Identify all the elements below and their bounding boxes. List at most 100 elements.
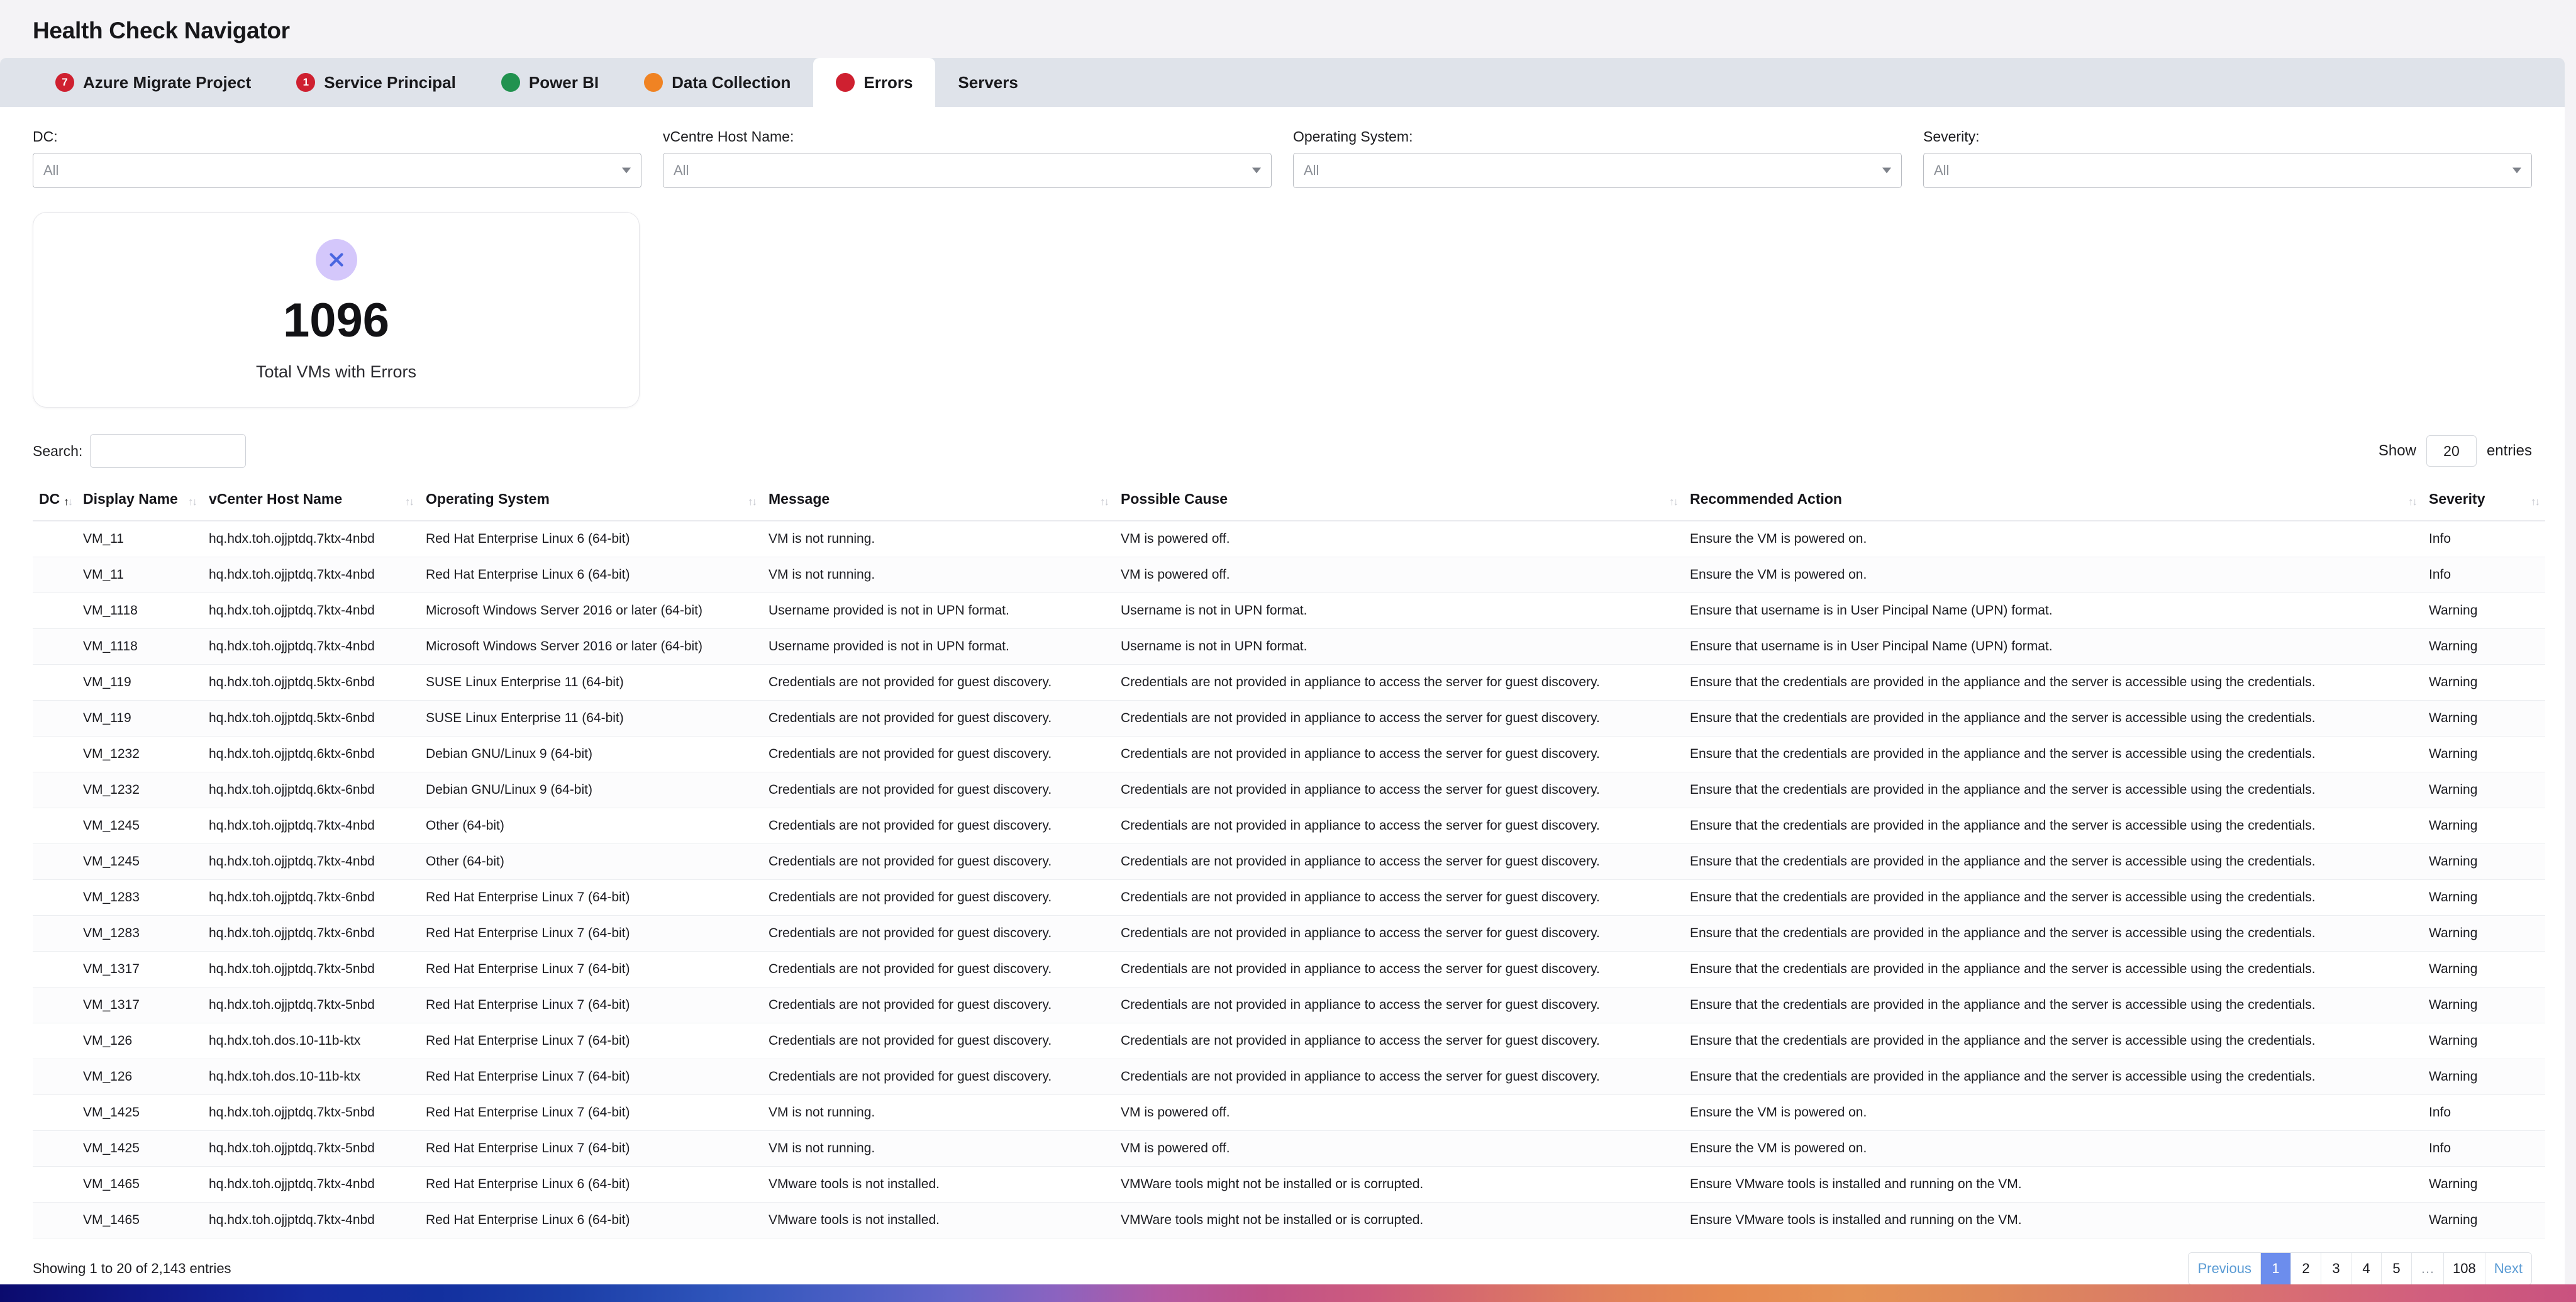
- cell-cause: Credentials are not provided in applianc…: [1114, 736, 1684, 772]
- table-row[interactable]: VM_1465 hq.hdx.toh.ojjptdq.7ktx-4nbd Red H…: [33, 1202, 2545, 1238]
- pagination-previous[interactable]: Previous: [2189, 1253, 2262, 1284]
- cell-os: SUSE Linux Enterprise 11 (64-bit): [419, 700, 762, 737]
- table-row[interactable]: VM_1283 hq.hdx.toh.ojjptdq.7ktx-6nbd Red H…: [33, 915, 2545, 952]
- table-row[interactable]: VM_1317 hq.hdx.toh.ojjptdq.7ktx-5nbd Red H…: [33, 951, 2545, 988]
- column-header-display-name[interactable]: Display Name ↑↓: [77, 482, 203, 521]
- filter-select-vcentre-host-name[interactable]: All: [663, 153, 1272, 188]
- filter-severity: Severity: All: [1923, 128, 2532, 188]
- table-row[interactable]: VM_1245 hq.hdx.toh.ojjptdq.7ktx-4nbd Other…: [33, 808, 2545, 844]
- table-row[interactable]: VM_119 hq.hdx.toh.ojjptdq.5ktx-6nbd SUSE L…: [33, 700, 2545, 737]
- cell-severity: Info: [2423, 1130, 2545, 1167]
- tab-service-principal[interactable]: 1 Service Principal: [274, 58, 479, 107]
- table-row[interactable]: VM_1283 hq.hdx.toh.ojjptdq.7ktx-6nbd Red H…: [33, 879, 2545, 916]
- cell-message: VM is not running.: [762, 521, 1114, 557]
- pagination-108[interactable]: 108: [2444, 1253, 2485, 1284]
- sort-toggle-icon[interactable]: ↑↓: [405, 496, 414, 508]
- cell-cause: VM is powered off.: [1114, 557, 1684, 593]
- sort-toggle-icon[interactable]: ↑↓: [1100, 496, 1109, 508]
- table-row[interactable]: VM_1118 hq.hdx.toh.ojjptdq.7ktx-4nbd Micro…: [33, 593, 2545, 629]
- table-row[interactable]: VM_126 hq.hdx.toh.dos.10-11b-ktx Red Hat E…: [33, 1023, 2545, 1059]
- cell-action: Ensure that the credentials are provided…: [1684, 1023, 2423, 1059]
- filter-row: DC: All vCentre Host Name: All Operating Sys…: [0, 107, 2565, 188]
- pagination-next[interactable]: Next: [2485, 1253, 2531, 1284]
- cell-cause: Credentials are not provided in applianc…: [1114, 879, 1684, 916]
- table-row[interactable]: VM_1232 hq.hdx.toh.ojjptdq.6ktx-6nbd Debia…: [33, 772, 2545, 808]
- filter-select-dc[interactable]: All: [33, 153, 641, 188]
- cell-message: Credentials are not provided for guest d…: [762, 951, 1114, 988]
- cell-dc: [33, 521, 77, 557]
- column-header-severity[interactable]: Severity ↑↓: [2423, 482, 2545, 521]
- table-row[interactable]: VM_11 hq.hdx.toh.ojjptdq.7ktx-4nbd Red Hat…: [33, 521, 2545, 557]
- cell-host: hq.hdx.toh.ojjptdq.5ktx-6nbd: [203, 700, 419, 737]
- cell-message: Credentials are not provided for guest d…: [762, 808, 1114, 844]
- table-row[interactable]: VM_1232 hq.hdx.toh.ojjptdq.6ktx-6nbd Debia…: [33, 736, 2545, 772]
- search-input[interactable]: [90, 434, 247, 468]
- table-row[interactable]: VM_1317 hq.hdx.toh.ojjptdq.7ktx-5nbd Red H…: [33, 987, 2545, 1023]
- pagination-4[interactable]: 4: [2351, 1253, 2382, 1284]
- cell-display-name: VM_1425: [77, 1094, 203, 1131]
- cell-host: hq.hdx.toh.ojjptdq.7ktx-5nbd: [203, 951, 419, 988]
- cell-dc: [33, 808, 77, 844]
- table-row[interactable]: VM_126 hq.hdx.toh.dos.10-11b-ktx Red Hat E…: [33, 1059, 2545, 1095]
- pagination-1[interactable]: 1: [2261, 1253, 2292, 1284]
- table-row[interactable]: VM_1245 hq.hdx.toh.ojjptdq.7ktx-4nbd Other…: [33, 843, 2545, 880]
- sort-toggle-icon[interactable]: ↑↓: [2408, 496, 2418, 508]
- pagination-5[interactable]: 5: [2382, 1253, 2412, 1284]
- tab-data-collection[interactable]: Data Collection: [621, 58, 813, 107]
- cell-cause: Credentials are not provided in applianc…: [1114, 915, 1684, 952]
- cell-message: Credentials are not provided for guest d…: [762, 664, 1114, 701]
- cell-display-name: VM_1317: [77, 951, 203, 988]
- column-header-recommended-action[interactable]: Recommended Action ↑↓: [1684, 482, 2423, 521]
- column-header-dc[interactable]: DC ↑↓: [33, 482, 77, 521]
- cell-action: Ensure that the credentials are provided…: [1684, 987, 2423, 1023]
- sort-toggle-icon[interactable]: ↑↓: [1669, 496, 1679, 508]
- column-header-possible-cause[interactable]: Possible Cause ↑↓: [1114, 482, 1684, 521]
- sort-toggle-icon[interactable]: ↑↓: [2531, 496, 2540, 508]
- column-header-label: DC: [39, 491, 60, 507]
- cell-host: hq.hdx.toh.ojjptdq.7ktx-4nbd: [203, 593, 419, 629]
- sort-toggle-icon[interactable]: ↑↓: [188, 496, 197, 508]
- table-row[interactable]: VM_119 hq.hdx.toh.ojjptdq.5ktx-6nbd SUSE L…: [33, 664, 2545, 701]
- table-row[interactable]: VM_1465 hq.hdx.toh.ojjptdq.7ktx-4nbd Red H…: [33, 1166, 2545, 1203]
- cell-action: Ensure the VM is powered on.: [1684, 1094, 2423, 1131]
- tab-servers[interactable]: Servers: [935, 58, 1040, 107]
- column-header-operating-system[interactable]: Operating System ↑↓: [419, 482, 762, 521]
- cell-dc: [33, 1202, 77, 1238]
- cell-message: Credentials are not provided for guest d…: [762, 1023, 1114, 1059]
- filter-select-severity[interactable]: All: [1923, 153, 2532, 188]
- tab-azure-migrate-project[interactable]: 7 Azure Migrate Project: [33, 58, 274, 107]
- app-header: Health Check Navigator: [0, 0, 2576, 58]
- app-root: Health Check Navigator 7 Azure Migrate Pr…: [0, 0, 2576, 1302]
- sort-toggle-icon[interactable]: ↑↓: [64, 496, 73, 508]
- cell-dc: [33, 628, 77, 665]
- table-row[interactable]: VM_1425 hq.hdx.toh.ojjptdq.7ktx-5nbd Red H…: [33, 1094, 2545, 1131]
- column-header-vcenter-host-name[interactable]: vCenter Host Name ↑↓: [203, 482, 419, 521]
- cell-action: Ensure that the credentials are provided…: [1684, 772, 2423, 808]
- pagination-3[interactable]: 3: [2321, 1253, 2352, 1284]
- cell-host: hq.hdx.toh.ojjptdq.7ktx-4nbd: [203, 1166, 419, 1203]
- cell-action: Ensure that the credentials are provided…: [1684, 664, 2423, 701]
- kpi-label: Total VMs with Errors: [255, 362, 417, 381]
- tab-errors[interactable]: Errors: [813, 58, 936, 107]
- entries-per-page-input[interactable]: [2426, 435, 2477, 467]
- cell-dc: [33, 593, 77, 629]
- filter-select-operating-system[interactable]: All: [1293, 153, 1902, 188]
- sort-toggle-icon[interactable]: ↑↓: [748, 496, 757, 508]
- cell-severity: Info: [2423, 521, 2545, 557]
- table-row[interactable]: VM_1118 hq.hdx.toh.ojjptdq.7ktx-4nbd Micro…: [33, 628, 2545, 665]
- pagination-[interactable]: …: [2412, 1253, 2445, 1284]
- cell-message: Credentials are not provided for guest d…: [762, 700, 1114, 737]
- pagination-2[interactable]: 2: [2291, 1253, 2322, 1284]
- column-header-message[interactable]: Message ↑↓: [762, 482, 1114, 521]
- bottom-gradient-strip: [0, 1284, 2576, 1302]
- kpi-section: 1096 Total VMs with Errors: [0, 188, 2565, 408]
- cell-cause: VMWare tools might not be installed or i…: [1114, 1202, 1684, 1238]
- cell-display-name: VM_1118: [77, 628, 203, 665]
- table-row[interactable]: VM_11 hq.hdx.toh.ojjptdq.7ktx-4nbd Red Hat…: [33, 557, 2545, 593]
- tab-power-bi[interactable]: Power BI: [479, 58, 621, 107]
- table-row[interactable]: VM_1425 hq.hdx.toh.ojjptdq.7ktx-5nbd Red H…: [33, 1130, 2545, 1167]
- cell-message: VMware tools is not installed.: [762, 1166, 1114, 1203]
- cell-host: hq.hdx.toh.dos.10-11b-ktx: [203, 1059, 419, 1095]
- tab-bar: 7 Azure Migrate Project 1 Service Principal…: [0, 58, 2565, 107]
- cell-severity: Info: [2423, 1094, 2545, 1131]
